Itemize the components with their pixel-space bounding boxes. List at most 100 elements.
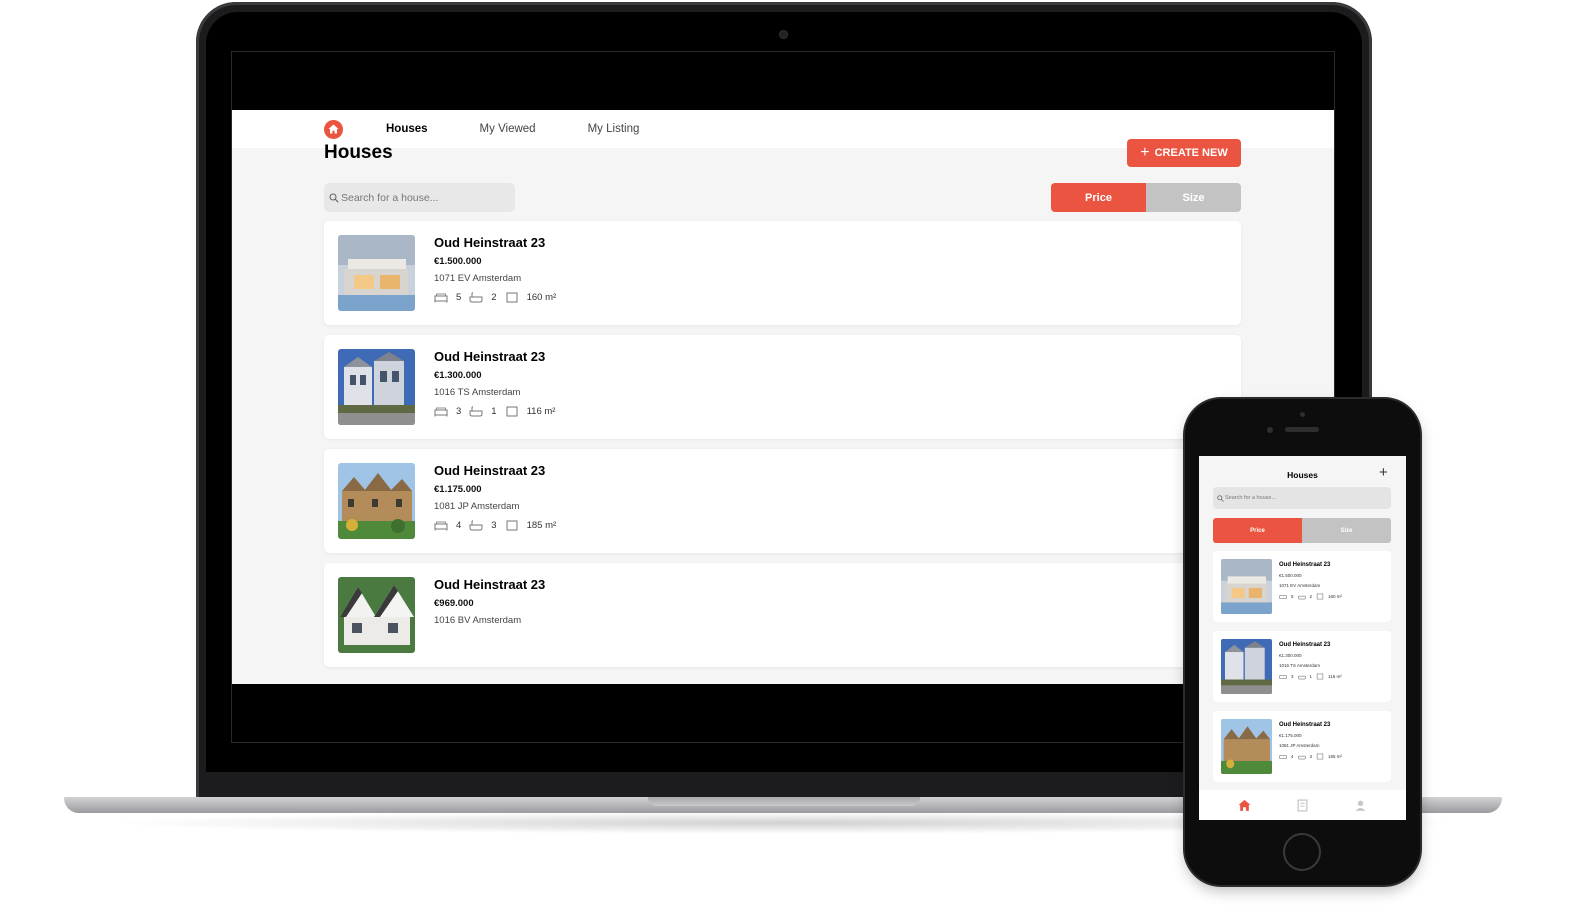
sort-price-button[interactable]: Price (1051, 183, 1146, 212)
house-zip: 1016 TS Amsterdam (434, 387, 521, 398)
house-info: Oud Heinstraat 23 €1.175.000 1081 JP Ams… (434, 463, 564, 531)
area-size: 185 m² (526, 520, 557, 531)
area-icon (506, 292, 518, 303)
logo-home-icon[interactable] (324, 119, 343, 139)
house-card[interactable]: Oud Heinstraat 23 €1.500.000 1071 EV Ams… (324, 221, 1241, 325)
house-card[interactable]: Oud Heinstraat 23 €969.000 1016 BV Amste… (324, 563, 1241, 667)
laptop-notch (648, 797, 920, 806)
laptop-screen: Houses My Viewed My Listing Houses + CRE… (231, 51, 1335, 743)
house-price: €969.000 (434, 598, 474, 609)
bed-count: 5 (456, 292, 462, 303)
house-street: Oud Heinstraat 23 (1279, 722, 1331, 728)
bed-count: 4 (456, 520, 462, 531)
mobile-house-card[interactable]: Oud Heinstraat 23 €1.175.000 1081 JP Ams… (1213, 711, 1391, 782)
house-photo-modern (338, 235, 415, 311)
mobile-page-title: Houses (1287, 470, 1318, 480)
laptop-camera (780, 31, 787, 38)
nav-my-viewed[interactable]: My Viewed (480, 123, 536, 135)
house-card[interactable]: Oud Heinstraat 23 €1.175.000 1081 JP Ams… (324, 449, 1241, 553)
mobile-house-card[interactable]: Oud Heinstraat 23 €1.500.000 1071 EV Ams… (1213, 551, 1391, 622)
search-icon (329, 192, 339, 203)
sort-toggle: Price Size (1051, 183, 1241, 212)
house-street: Oud Heinstraat 23 (1279, 642, 1331, 648)
area-size: 160 m² (526, 292, 557, 303)
bath-count: 3 (1309, 754, 1313, 759)
house-photo-townhouse (338, 349, 415, 425)
desktop-app: Houses My Viewed My Listing Houses + CRE… (232, 110, 1334, 684)
home-icon[interactable] (1238, 799, 1251, 812)
mobile-search-box[interactable]: Search for a house... (1213, 487, 1391, 509)
house-zip: 1071 EV Amsterdam (434, 273, 522, 284)
phone-home-button[interactable] (1283, 833, 1321, 871)
area-size: 185 m² (1328, 754, 1343, 759)
search-icon (1217, 494, 1224, 502)
house-price: €1.175.000 (1279, 733, 1302, 738)
phone-speaker (1285, 427, 1319, 432)
bed-icon (434, 521, 448, 531)
bed-count: 3 (456, 406, 462, 417)
area-icon (506, 520, 518, 531)
bath-icon (1297, 755, 1306, 760)
nav-my-listing[interactable]: My Listing (588, 123, 640, 135)
area-size: 160 m² (1328, 594, 1343, 599)
mobile-sort-size[interactable]: Size (1302, 518, 1391, 543)
house-street: Oud Heinstraat 23 (1279, 562, 1331, 568)
mobile-house-card[interactable]: Oud Heinstraat 23 €1.300.000 1016 TS Ams… (1213, 631, 1391, 702)
house-zip: 1071 EV Amsterdam (1279, 583, 1321, 588)
mobile-sort-price[interactable]: Price (1213, 518, 1302, 543)
profile-icon[interactable] (1354, 799, 1367, 812)
mobile-add-icon[interactable]: + (1379, 464, 1388, 481)
house-specs: 5 2 160 m² (434, 292, 564, 303)
house-zip: 1016 BV Amsterdam (434, 615, 522, 626)
mobile-search-placeholder: Search for a house... (1225, 495, 1277, 501)
bed-icon (1279, 675, 1287, 679)
house-info: Oud Heinstraat 23 €969.000 1016 BV Amste… (434, 577, 545, 634)
bed-count: 4 (1291, 754, 1294, 759)
area-icon (1316, 673, 1324, 680)
house-price: €1.300.000 (434, 370, 482, 381)
house-photo-cottage (338, 577, 415, 653)
house-price: €1.300.000 (1279, 653, 1302, 658)
mobile-app: Houses + Search for a house... Price Siz… (1199, 456, 1406, 820)
house-specs: 5 2 160 m² (1279, 593, 1346, 600)
house-price: €1.175.000 (434, 484, 482, 495)
house-zip: 1016 TS Amsterdam (1279, 663, 1320, 668)
house-street: Oud Heinstraat 23 (434, 577, 546, 592)
house-info: Oud Heinstraat 23 €1.300.000 1016 TS Ams… (434, 349, 563, 417)
create-new-button[interactable]: + CREATE NEW (1127, 139, 1241, 167)
mobile-house-info: Oud Heinstraat 23 €1.500.000 1071 EV Ams… (1279, 562, 1346, 600)
sort-size-button[interactable]: Size (1146, 183, 1241, 212)
house-zip: 1081 JP Amsterdam (1279, 743, 1320, 748)
house-photo-modern (1221, 559, 1272, 614)
bed-count: 5 (1291, 594, 1294, 599)
phone-sensor (1300, 412, 1305, 417)
house-specs: 3 1 116 m² (434, 406, 563, 417)
bath-count: 3 (491, 520, 497, 531)
create-new-label: CREATE NEW (1154, 147, 1228, 159)
page-title: Houses (324, 142, 393, 163)
nav-houses[interactable]: Houses (386, 123, 428, 135)
house-price: €1.500.000 (434, 256, 482, 267)
mobile-tab-bar (1199, 790, 1406, 820)
house-price: €1.500.000 (1279, 573, 1302, 578)
bath-count: 2 (491, 292, 497, 303)
house-street: Oud Heinstraat 23 (434, 349, 546, 364)
mobile-sort-toggle: Price Size (1213, 518, 1391, 543)
bed-icon (434, 407, 448, 417)
mobile-house-list: Oud Heinstraat 23 €1.500.000 1071 EV Ams… (1213, 551, 1391, 791)
house-specs: 4 3 185 m² (1279, 753, 1346, 760)
search-box[interactable] (324, 183, 515, 212)
phone-camera (1267, 427, 1273, 433)
area-icon (1316, 593, 1324, 600)
area-icon (506, 406, 518, 417)
house-list: Oud Heinstraat 23 €1.500.000 1071 EV Ams… (324, 221, 1241, 677)
search-input[interactable] (341, 191, 511, 204)
bed-icon (1279, 755, 1287, 759)
house-card[interactable]: Oud Heinstraat 23 €1.300.000 1016 TS Ams… (324, 335, 1241, 439)
area-icon (1316, 753, 1324, 760)
house-photo-manor (1221, 719, 1272, 774)
listing-icon[interactable] (1296, 798, 1309, 812)
house-photo-manor (338, 463, 415, 539)
house-street: Oud Heinstraat 23 (434, 235, 546, 250)
bath-icon (1297, 595, 1306, 600)
